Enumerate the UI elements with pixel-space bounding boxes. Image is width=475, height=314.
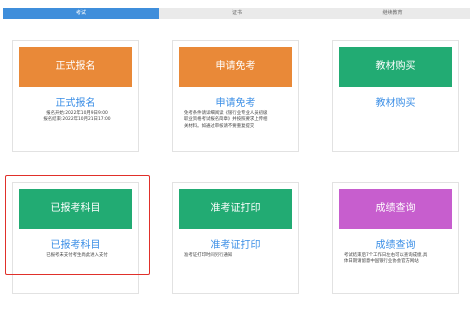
formal-registration-link[interactable]: 正式报名 <box>13 94 138 109</box>
exemption-application-button[interactable]: 申请免考 <box>179 47 292 87</box>
card-textbook-purchase: 教材购买 教材购买 <box>332 40 459 152</box>
admission-ticket-desc: 准考证打印时间另行通知 <box>184 253 290 259</box>
card-admission-ticket-print: 准考证打印 准考证打印 准考证打印时间另行通知 <box>172 182 299 294</box>
admission-ticket-desc-line: 准考证打印时间另行通知 <box>184 253 233 258</box>
tab-certificate[interactable]: 证书 <box>159 8 315 19</box>
formal-registration-desc: 报名开始:2022年10月9日9:00 报名结束:2022年10月21日17:0… <box>24 111 130 124</box>
tab-continuing-education[interactable]: 继续教育 <box>315 8 470 19</box>
score-inquiry-desc: 考试结束后7个工作日左右可以查询成绩,具 体日期请留意中国银行业协会官方网站 <box>344 253 450 266</box>
textbook-purchase-link[interactable]: 教材购买 <box>333 94 458 109</box>
admission-ticket-print-link[interactable]: 准考证打印 <box>173 236 298 251</box>
card-score-inquiry: 成绩查询 成绩查询 考试结束后7个工作日左右可以查询成绩,具 体日期请留意中国银… <box>332 182 459 294</box>
textbook-purchase-button[interactable]: 教材购买 <box>339 47 452 87</box>
registration-end-text: 报名结束:2022年10月21日17:00 <box>43 117 111 123</box>
exemption-desc-line: 关材料。如通过审核请不要重复提交 <box>184 123 255 129</box>
score-inquiry-desc-line: 体日期请留意中国银行业协会官方网站 <box>344 259 419 265</box>
tab-exam[interactable]: 考试 <box>3 8 159 19</box>
exemption-application-link[interactable]: 申请免考 <box>173 94 298 109</box>
admission-ticket-print-button[interactable]: 准考证打印 <box>179 189 292 229</box>
top-tab-bar: 考试 证书 继续教育 <box>3 8 470 19</box>
score-inquiry-link[interactable]: 成绩查询 <box>333 236 458 251</box>
exemption-application-desc: 免考条件请详细阅读《银行业专业人员初级 职业资格考试报名简章》并按照要求上传相 … <box>184 111 290 130</box>
card-exemption-application: 申请免考 申请免考 免考条件请详细阅读《银行业专业人员初级 职业资格考试报名简章… <box>172 40 299 152</box>
formal-registration-button[interactable]: 正式报名 <box>19 47 132 87</box>
selection-highlight-box <box>5 175 150 275</box>
score-inquiry-button[interactable]: 成绩查询 <box>339 189 452 229</box>
card-formal-registration: 正式报名 正式报名 报名开始:2022年10月9日9:00 报名结束:2022年… <box>12 40 139 152</box>
